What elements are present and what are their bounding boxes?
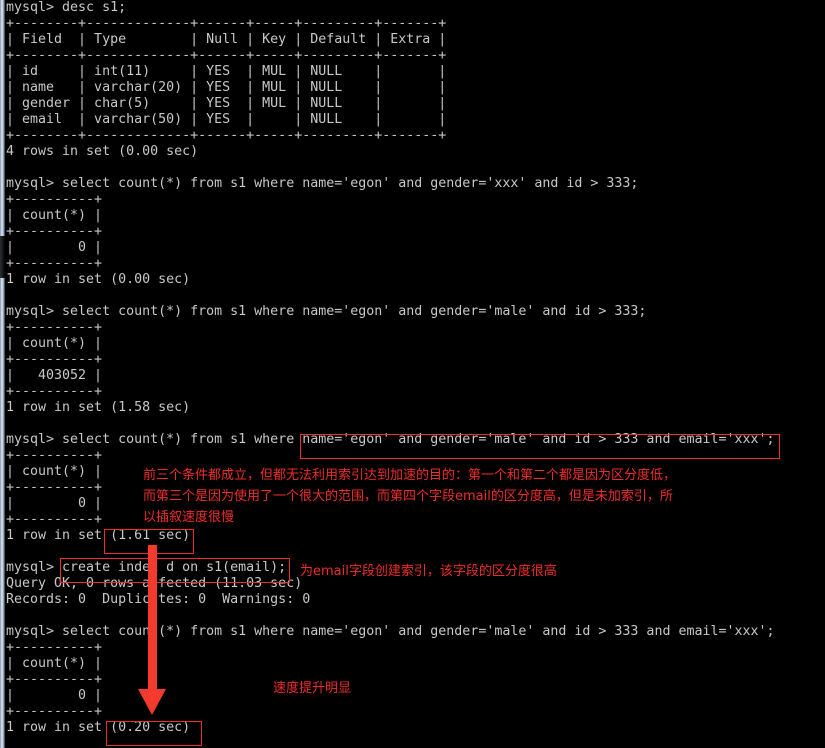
terminal-window: mysql> desc s1; +--------+-------------+-…: [0, 0, 825, 748]
terminal-line: +----------+: [6, 256, 103, 271]
terminal-line: 1 row in set (0.00 sec): [6, 272, 191, 287]
terminal-line: mysql> select count(*) from s1 where nam…: [6, 624, 775, 639]
terminal-output: mysql> desc s1; +--------+-------------+-…: [6, 0, 825, 748]
terminal-line: 1 row in set (1.61 sec): [6, 528, 191, 543]
terminal-line: mysql> desc s1;: [6, 0, 127, 15]
terminal-line: Records: 0 Duplicates: 0 Warnings: 0: [6, 592, 311, 607]
terminal-line: +--------+-------------+------+-----+---…: [6, 128, 447, 143]
terminal-line: | email | varchar(50) | YES | | NULL | |: [6, 112, 447, 127]
terminal-line: +----------+: [6, 192, 103, 207]
terminal-line: mysql> select count(*) from s1 where nam…: [6, 432, 775, 447]
speedup-arrow-shaft: [148, 545, 157, 693]
terminal-line: +----------+: [6, 640, 103, 655]
terminal-line: mysql> select count(*) from s1 where nam…: [6, 304, 647, 319]
terminal-line: +--------+-------------+------+-----+---…: [6, 16, 447, 31]
terminal-line: | count(*) |: [6, 656, 103, 671]
terminal-line: +----------+: [6, 704, 103, 719]
terminal-line: +----------+: [6, 448, 103, 463]
terminal-line: +----------+: [6, 672, 103, 687]
terminal-line: | count(*) |: [6, 336, 103, 351]
terminal-line: +----------+: [6, 352, 103, 367]
terminal-line: 4 rows in set (0.00 sec): [6, 144, 199, 159]
terminal-line: | 0 |: [6, 688, 103, 703]
terminal-line: +----------+: [6, 320, 103, 335]
annotation-create-index-note: 为email字段创建索引，该字段的区分度很高: [300, 564, 557, 579]
window-scrollbar-sliver[interactable]: [0, 0, 5, 748]
window-scrollbar-thumb[interactable]: [0, 236, 5, 278]
terminal-line: +----------+: [6, 384, 103, 399]
terminal-line: mysql> select count(*) from s1 where nam…: [6, 176, 639, 191]
terminal-line: | 403052 |: [6, 368, 103, 383]
terminal-line: | id | int(11) | YES | MUL | NULL | |: [6, 64, 447, 79]
annotation-speedup-note: 速度提升明显: [273, 681, 352, 696]
terminal-line: +----------+: [6, 224, 103, 239]
terminal-line: | Field | Type | Null | Key | Default | …: [6, 32, 447, 47]
annotation-where-clause-note: 前三个条件都成立，但都无法利用索引达到加速的目的：第一个和第二个都是因为区分度低…: [143, 468, 677, 525]
terminal-line: 1 row in set (0.20 sec): [6, 720, 191, 735]
terminal-line: | gender | char(5) | YES | MUL | NULL | …: [6, 96, 447, 111]
terminal-line: | 0 |: [6, 240, 103, 255]
terminal-line: +--------+-------------+------+-----+---…: [6, 48, 447, 63]
terminal-line: 1 row in set (1.58 sec): [6, 400, 191, 415]
terminal-line: | name | varchar(20) | YES | MUL | NULL …: [6, 80, 447, 95]
terminal-line: | count(*) |: [6, 208, 103, 223]
speedup-arrow-head: [138, 689, 166, 715]
